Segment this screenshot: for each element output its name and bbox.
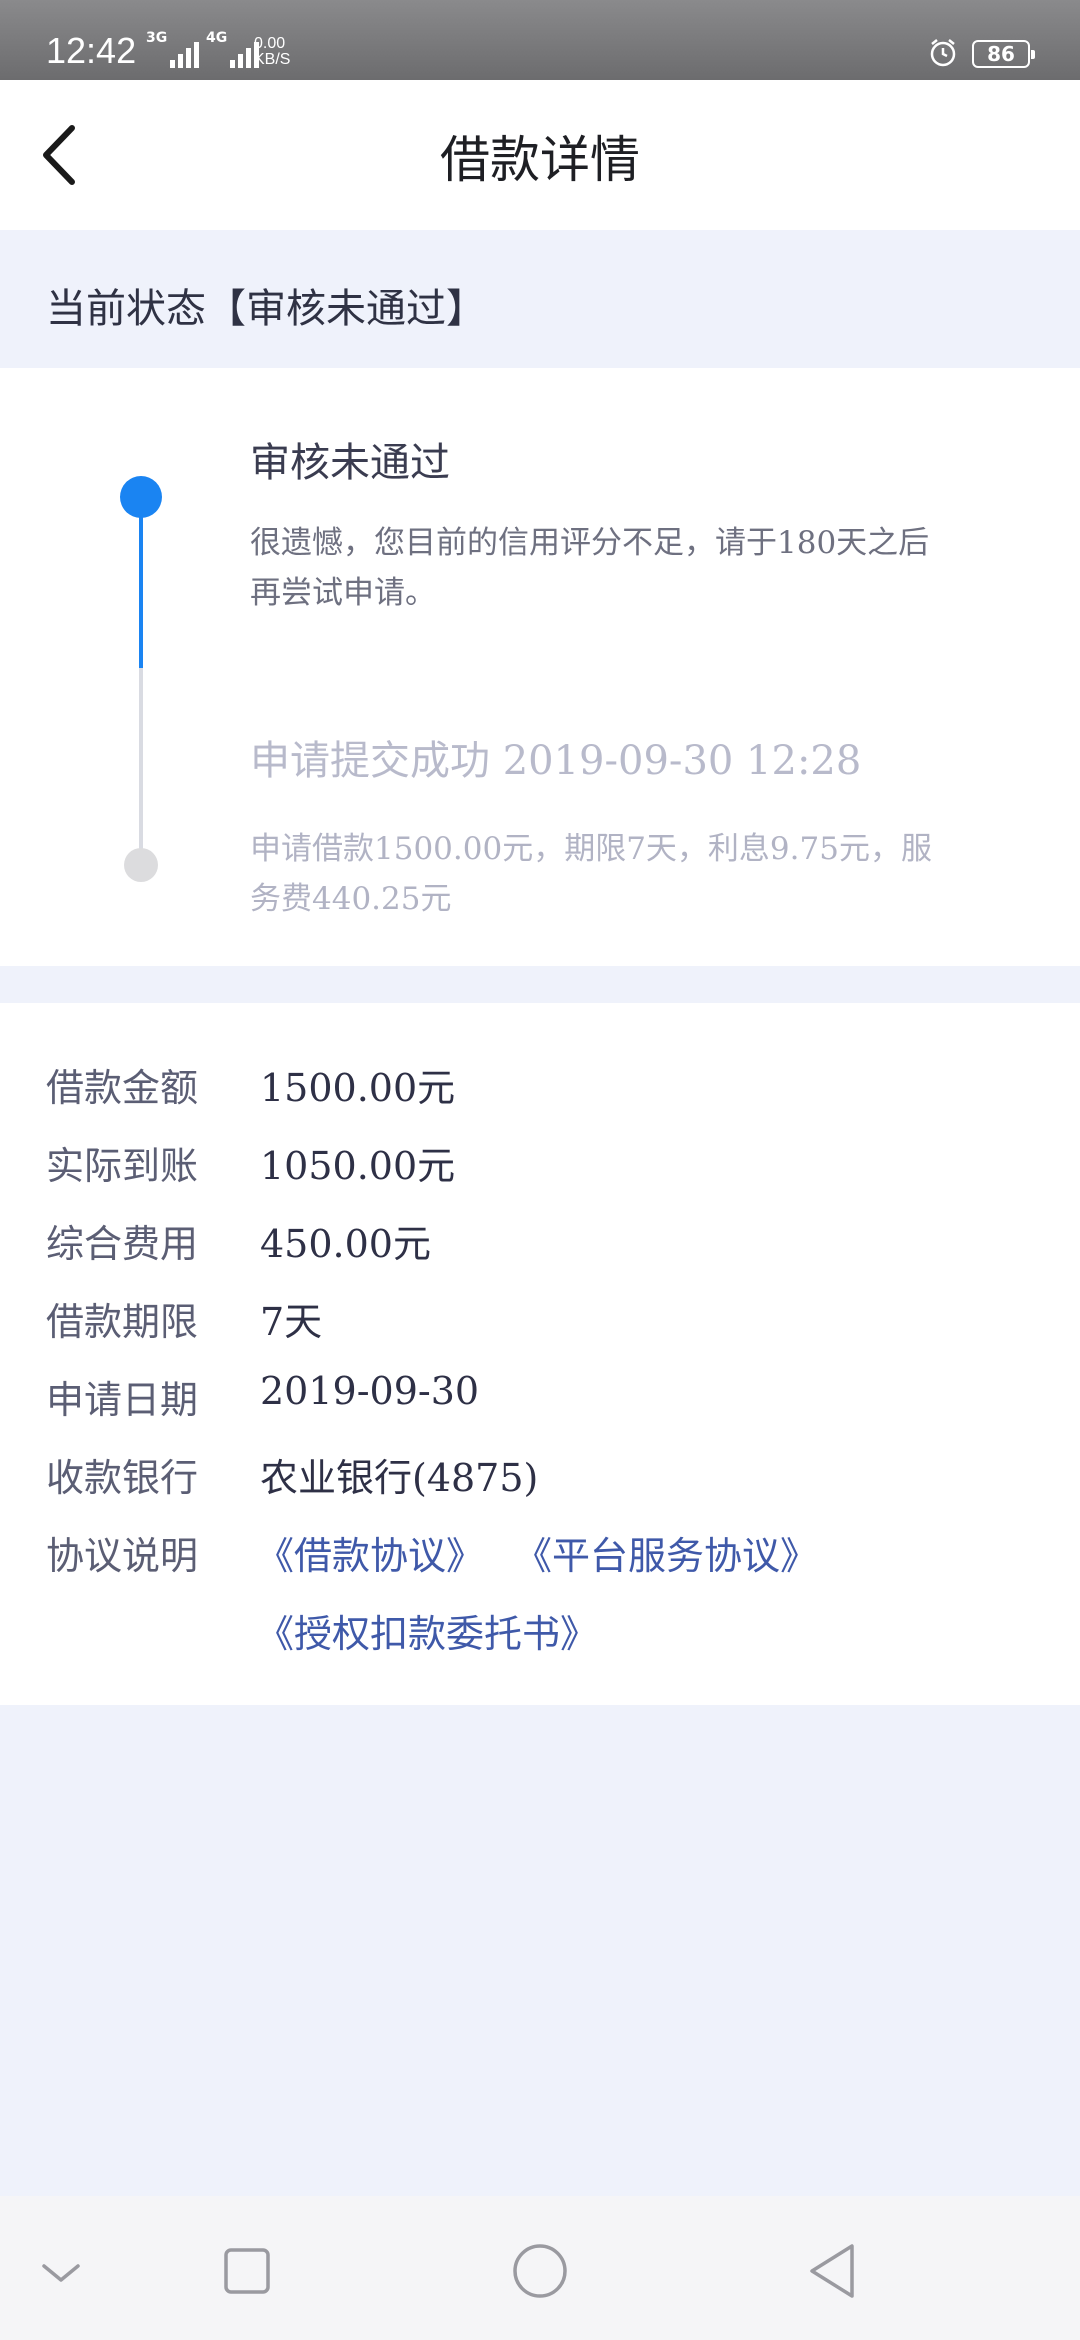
detail-row-loan-term: 借款期限 7天 — [0, 1275, 1080, 1353]
network-speed: 0.00 KB/S — [254, 35, 291, 68]
debit-authorization-link[interactable]: 《授权扣款委托书》 — [256, 1603, 598, 1658]
loan-details: 借款金额 1500.00元 实际到账 1050.00元 综合费用 450.00元… — [0, 1003, 1080, 1705]
detail-value: 450.00元 — [260, 1222, 431, 1266]
page-title: 借款详情 — [440, 131, 640, 189]
timeline-step-description: 申请借款1500.00元，期限7天，利息9.75元，服务费440.25元 — [250, 831, 932, 917]
chevron-down-icon[interactable] — [26, 2236, 96, 2306]
status-timeline: 审核未通过 很遗憾，您目前的信用评分不足，请于180天之后再尝试申请。 申请提交… — [0, 368, 1080, 966]
status-bar: 12:42 3G 4G 0.00 KB/S 86 — [0, 0, 1080, 80]
detail-row-actual-received: 实际到账 1050.00元 — [0, 1119, 1080, 1197]
timeline-step-description: 很遗憾，您目前的信用评分不足，请于180天之后再尝试申请。 — [250, 525, 930, 611]
recents-square-icon[interactable] — [212, 2236, 282, 2306]
detail-row-loan-amount: 借款金额 1500.00元 — [0, 1041, 1080, 1119]
alarm-icon — [930, 39, 956, 67]
detail-label: 申请日期 — [46, 1378, 199, 1422]
detail-value: 2019-09-30 — [260, 1369, 480, 1413]
battery-icon: 86 — [972, 40, 1035, 68]
detail-row-receiving-bank: 收款银行 农业银行(4875) — [0, 1431, 1080, 1509]
timeline-dot-active — [120, 476, 162, 518]
detail-label: 协议说明 — [46, 1534, 199, 1578]
detail-value: 1500.00元 — [260, 1066, 456, 1110]
detail-value: 7天 — [260, 1300, 323, 1344]
detail-label: 综合费用 — [46, 1222, 199, 1266]
header: 借款详情 — [0, 80, 1080, 230]
detail-row-total-fees: 综合费用 450.00元 — [0, 1197, 1080, 1275]
state-banner: 当前状态【审核未通过】 — [0, 230, 1080, 368]
detail-label: 实际到账 — [46, 1144, 199, 1188]
status-time: 12:42 — [46, 30, 137, 71]
home-circle-icon[interactable] — [505, 2236, 575, 2306]
system-nav-bar — [0, 2196, 1080, 2340]
signal-3g-icon: 3G — [146, 30, 200, 68]
timeline-step-title: 审核未通过 — [250, 440, 450, 486]
timeline-progress — [139, 498, 143, 668]
signal-4g-icon: 4G — [206, 30, 260, 68]
detail-value: 1050.00元 — [260, 1144, 456, 1188]
current-state: 当前状态【审核未通过】 — [46, 286, 486, 332]
detail-label: 借款金额 — [46, 1066, 199, 1110]
loan-agreement-link[interactable]: 《借款协议》 — [256, 1525, 484, 1580]
timeline-step-title: 申请提交成功 2019-09-30 12:28 — [250, 738, 862, 784]
detail-label: 借款期限 — [46, 1300, 199, 1344]
detail-label: 收款银行 — [46, 1456, 199, 1500]
platform-service-agreement-link[interactable]: 《平台服务协议》 — [514, 1525, 818, 1580]
detail-row-apply-date: 申请日期 2019-09-30 — [0, 1353, 1080, 1431]
back-triangle-icon[interactable] — [800, 2236, 870, 2306]
timeline-dot-inactive — [124, 848, 158, 882]
detail-value: 农业银行(4875) — [260, 1456, 539, 1500]
